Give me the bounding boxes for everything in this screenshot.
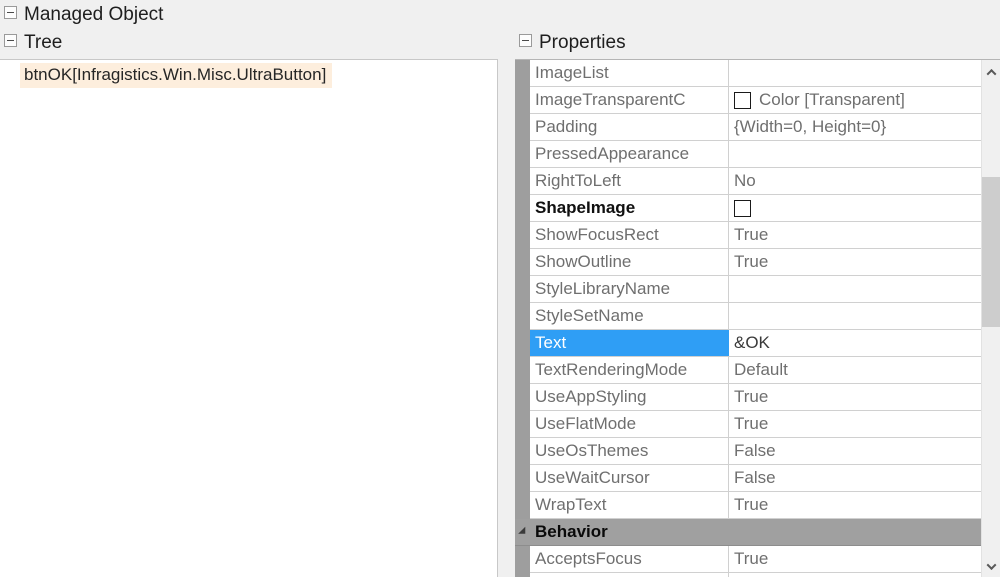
category-label: Behavior: [530, 519, 608, 545]
property-row[interactable]: UseOsThemesFalse: [530, 438, 981, 465]
property-value-text: &OK: [734, 330, 770, 356]
property-row[interactable]: ShowOutlineTrue: [530, 249, 981, 276]
color-swatch-icon: [734, 92, 751, 109]
tree-header: Tree: [0, 32, 62, 54]
property-value-cell[interactable]: {Width=0, Height=0}: [729, 114, 981, 140]
property-name: ShowFocusRect: [530, 222, 729, 248]
property-row[interactable]: RightToLeftNo: [530, 168, 981, 195]
property-value-cell[interactable]: No: [729, 168, 981, 194]
property-row[interactable]: ShowFocusRectTrue: [530, 222, 981, 249]
property-name: AcceptsFocus: [530, 546, 729, 572]
property-grid: ImageListImageTransparentC Color [Transpa…: [515, 59, 1000, 577]
property-value-cell[interactable]: [729, 195, 981, 221]
property-value-text: False: [734, 465, 776, 491]
category-collapse-triangle-icon[interactable]: [515, 527, 530, 537]
property-name: Text: [530, 330, 729, 356]
property-row[interactable]: UseWaitCursorFalse: [530, 465, 981, 492]
collapse-minus-icon[interactable]: [4, 34, 17, 47]
chevron-up-icon[interactable]: [982, 63, 1000, 81]
property-value-text: True: [734, 384, 768, 410]
property-row[interactable]: ImageTransparentC Color [Transparent]: [530, 87, 981, 114]
property-value-cell[interactable]: [729, 141, 981, 167]
property-value-cell[interactable]: [729, 573, 981, 577]
property-name: ShowOutline: [530, 249, 729, 275]
property-name: StyleSetName: [530, 303, 729, 329]
property-row[interactable]: UseFlatModeTrue: [530, 411, 981, 438]
property-value-cell[interactable]: True: [729, 384, 981, 410]
managed-object-pane: Managed Object Tree btnOK[Infragistics.W…: [0, 0, 500, 577]
property-name: UseFlatMode: [530, 411, 729, 437]
property-value-cell[interactable]: &OK: [729, 330, 981, 356]
property-row[interactable]: Text&OK: [530, 330, 981, 357]
color-swatch-icon: [734, 200, 751, 217]
property-value-cell[interactable]: True: [729, 222, 981, 248]
property-value-cell[interactable]: True: [729, 249, 981, 275]
property-value-cell[interactable]: True: [729, 546, 981, 572]
property-name: ShapeImage: [530, 195, 729, 221]
managed-object-header: Managed Object: [0, 4, 163, 26]
property-name: WrapText: [530, 492, 729, 518]
property-value-text: No: [734, 168, 756, 194]
tree-title: Tree: [24, 32, 62, 54]
collapse-minus-icon[interactable]: [4, 6, 17, 19]
property-row[interactable]: StyleLibraryName: [530, 276, 981, 303]
app-root: Managed Object Tree btnOK[Infragistics.W…: [0, 0, 1000, 577]
property-name: StyleLibraryName: [530, 276, 729, 302]
property-category-row[interactable]: Behavior: [515, 519, 981, 546]
property-row[interactable]: StyleSetName: [530, 303, 981, 330]
property-value-cell[interactable]: [729, 276, 981, 302]
property-row[interactable]: PressedAppearance: [530, 141, 981, 168]
property-value-text: Color [Transparent]: [759, 87, 905, 113]
tree-view[interactable]: btnOK[Infragistics.Win.Misc.UltraButton]: [0, 59, 498, 577]
property-value-text: True: [734, 249, 768, 275]
tree-node-btnok[interactable]: btnOK[Infragistics.Win.Misc.UltraButton]: [20, 63, 332, 88]
collapse-minus-icon[interactable]: [519, 34, 532, 47]
property-value-cell[interactable]: Color [Transparent]: [729, 87, 981, 113]
property-row[interactable]: WrapTextTrue: [530, 492, 981, 519]
property-value-text: {Width=0, Height=0}: [734, 114, 886, 140]
properties-vertical-scrollbar[interactable]: [981, 60, 1000, 577]
property-name: RightToLeft: [530, 168, 729, 194]
property-name: ImageList: [530, 60, 729, 86]
property-value-cell[interactable]: False: [729, 465, 981, 491]
property-value-text: True: [734, 222, 768, 248]
property-name: UseAppStyling: [530, 384, 729, 410]
property-name: Padding: [530, 114, 729, 140]
property-row[interactable]: ShapeImage: [530, 195, 981, 222]
property-name: [530, 573, 729, 577]
property-row[interactable]: ImageList: [530, 60, 981, 87]
property-row[interactable]: Padding{Width=0, Height=0}: [530, 114, 981, 141]
property-name: TextRenderingMode: [530, 357, 729, 383]
scrollbar-thumb[interactable]: [982, 177, 1000, 327]
properties-title: Properties: [539, 32, 626, 54]
chevron-down-icon[interactable]: [982, 557, 1000, 575]
property-value-text: False: [734, 438, 776, 464]
property-value-cell[interactable]: True: [729, 492, 981, 518]
properties-pane: Properties ImageListImageTransparentC Col…: [509, 0, 1000, 577]
property-value-text: Default: [734, 357, 788, 383]
property-value-cell[interactable]: False: [729, 438, 981, 464]
property-value-text: True: [734, 546, 768, 572]
property-name: PressedAppearance: [530, 141, 729, 167]
property-value-cell[interactable]: True: [729, 411, 981, 437]
pane-splitter[interactable]: [499, 0, 509, 577]
property-rows: ImageListImageTransparentC Color [Transpa…: [515, 60, 981, 577]
property-name: UseWaitCursor: [530, 465, 729, 491]
property-row[interactable]: TextRenderingModeDefault: [530, 357, 981, 384]
property-value-cell[interactable]: [729, 60, 981, 86]
property-value-cell[interactable]: [729, 303, 981, 329]
property-row[interactable]: [530, 573, 981, 577]
properties-header: Properties: [515, 32, 626, 54]
property-value-text: True: [734, 411, 768, 437]
property-name: UseOsThemes: [530, 438, 729, 464]
property-name: ImageTransparentC: [530, 87, 729, 113]
property-value-cell[interactable]: Default: [729, 357, 981, 383]
property-row[interactable]: AcceptsFocusTrue: [530, 546, 981, 573]
property-row[interactable]: UseAppStylingTrue: [530, 384, 981, 411]
managed-object-title: Managed Object: [24, 4, 163, 26]
property-value-text: True: [734, 492, 768, 518]
